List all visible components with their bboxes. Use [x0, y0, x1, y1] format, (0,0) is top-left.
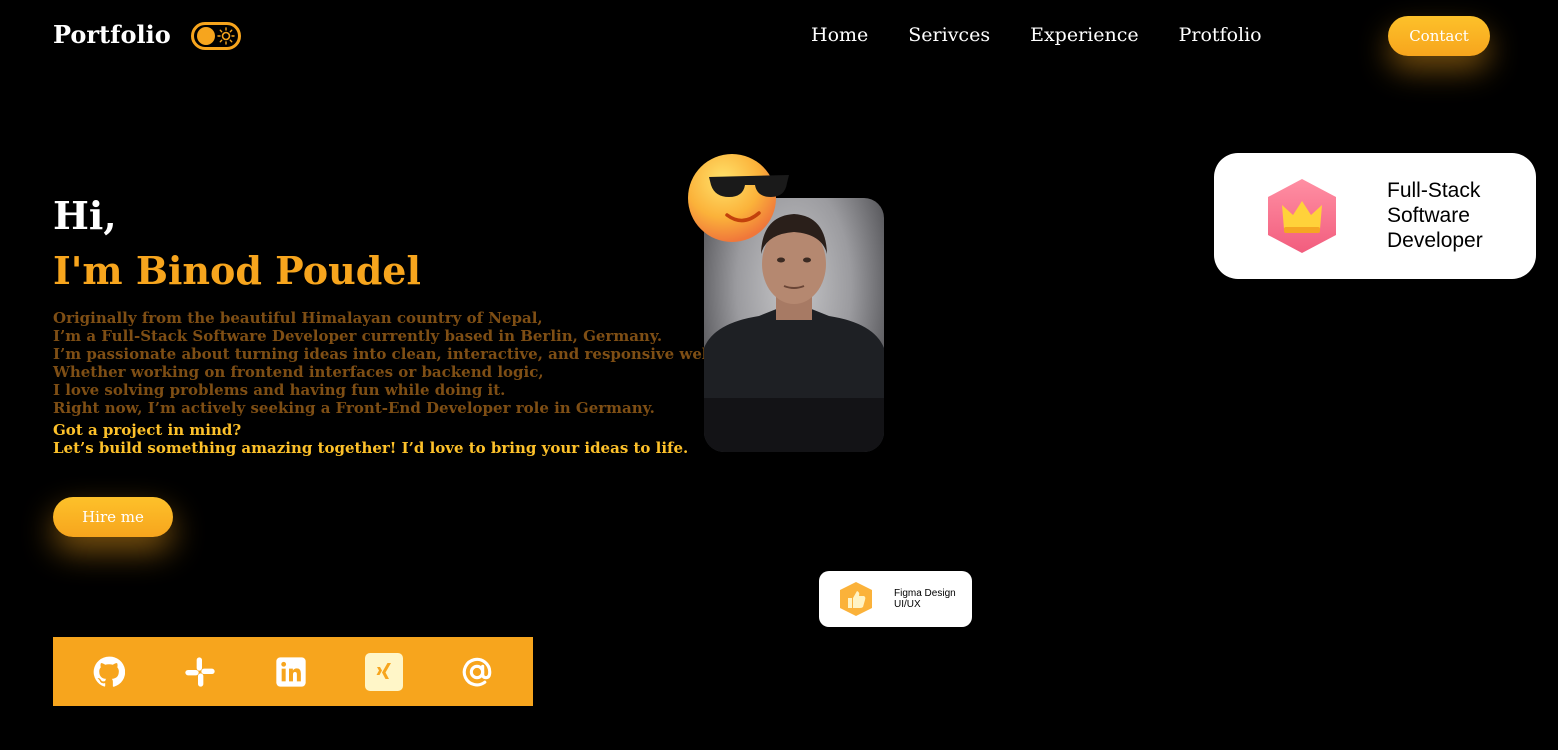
email-at-icon[interactable] — [460, 655, 494, 689]
cta-line: Got a project in mind? — [53, 421, 242, 439]
bio-line: I’m a Full-Stack Software Developer curr… — [53, 327, 663, 345]
role-line: Full-Stack — [1387, 179, 1481, 202]
skill-card: Figma Design UI/UX — [819, 571, 972, 627]
bio-line: I’m passionate about turning ideas into … — [53, 345, 826, 363]
nav-home[interactable]: Home — [811, 24, 868, 46]
hire-me-button[interactable]: Hire me — [53, 497, 173, 537]
bio-paragraph: Originally from the beautiful Himalayan … — [53, 309, 826, 417]
theme-toggle[interactable] — [191, 22, 241, 50]
role-line: Software — [1387, 204, 1470, 227]
bio-line: Right now, I’m actively seeking a Front-… — [53, 399, 655, 417]
slack-icon[interactable] — [183, 655, 217, 689]
bio-line: Originally from the beautiful Himalayan … — [53, 309, 543, 327]
contact-button[interactable]: Contact — [1388, 16, 1490, 56]
nav-services[interactable]: Serivces — [908, 24, 990, 46]
toggle-knob — [197, 27, 215, 45]
hero-name: I'm Binod Poudel — [53, 248, 421, 293]
nav-portfolio[interactable]: Protfolio — [1179, 24, 1262, 46]
bio-line: Whether working on frontend interfaces o… — [53, 363, 544, 381]
bio-line: I love solving problems and having fun w… — [53, 381, 506, 399]
nav-experience[interactable]: Experience — [1030, 24, 1139, 46]
skill-line: Figma Design — [894, 588, 956, 599]
crown-badge-icon — [1268, 179, 1336, 253]
social-links-bar — [53, 637, 533, 706]
greeting: Hi, — [53, 193, 117, 238]
role-line: Developer — [1387, 229, 1483, 252]
linkedin-icon[interactable] — [274, 655, 308, 689]
sunglasses-emoji-icon — [688, 154, 789, 242]
sun-icon — [217, 27, 235, 45]
cta-text: Got a project in mind? Let’s build somet… — [53, 421, 688, 457]
main-nav: Home Serivces Experience Protfolio — [811, 24, 1262, 46]
role-card: Full-Stack Software Developer — [1214, 153, 1536, 279]
site-logo[interactable]: Portfolio — [53, 20, 171, 49]
github-icon[interactable] — [92, 655, 126, 689]
thumbs-up-badge-icon — [840, 582, 872, 616]
skill-line: UI/UX — [894, 599, 921, 610]
cta-line: Let’s build something amazing together! … — [53, 439, 689, 457]
xing-icon[interactable] — [365, 652, 404, 691]
